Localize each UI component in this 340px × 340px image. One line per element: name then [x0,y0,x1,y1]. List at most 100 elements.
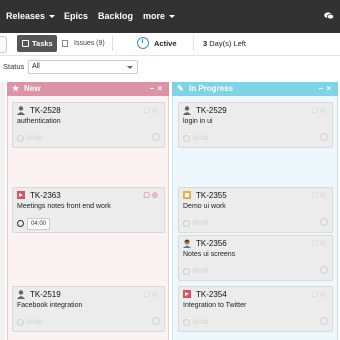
status-filter-select[interactable]: All [28,60,138,74]
task-id: TK-2354 [196,290,227,299]
chevron-down-icon [127,66,133,69]
wrench-icon: ✎ [177,84,184,93]
card-actions[interactable]: ▢◎ [311,239,328,247]
card-actions[interactable]: ▢◎ [143,191,160,199]
task-id: TK-2356 [196,239,227,248]
task-board: ★ New −× TK-2528 authentication ▢◎ 00:00… [0,82,340,340]
chat-icon[interactable] [324,12,334,20]
options-icon[interactable]: ◎ [152,192,160,199]
flag-icon [17,191,25,199]
time-estimate-value: 04:00 [27,218,51,230]
column-window-controls[interactable]: −× [319,82,334,96]
tab-tasks-label: Tasks [32,39,53,48]
tasks-icon [22,40,29,47]
close-icon[interactable]: × [326,84,334,93]
clock-icon [17,135,24,142]
comment-icon[interactable]: ▢ [311,107,320,114]
comment-icon[interactable]: ▢ [311,192,320,199]
column-header-new: ★ New −× [7,82,169,96]
task-title: Meetings notes front end work [17,203,111,210]
task-id: TK-2363 [30,191,61,200]
chevron-down-icon [169,15,176,19]
task-id: TK-2528 [30,106,61,115]
comment-icon[interactable]: ▢ [143,291,152,298]
card-actions[interactable]: ▢◎ [311,106,328,114]
clock-icon [183,135,190,142]
column-new: ★ New −× TK-2528 authentication ▢◎ 00:00… [7,82,169,340]
user-avatar-icon [17,290,25,299]
toolbar: Tasks Issues (9) Active 3 Day(s) Left [0,33,340,56]
column-title-in-progress: In Progress [189,84,234,93]
days-left-label: Day(s) Left [209,39,246,48]
column-window-controls[interactable]: −× [150,82,165,96]
clock-icon [17,220,24,227]
task-card[interactable]: TK-2355 Demo ui work ▢◎ 00:00 [178,187,333,233]
comment-icon[interactable]: ▢ [143,192,152,199]
comment-icon[interactable]: ▢ [311,240,320,247]
nav-more-label: more [143,11,166,21]
task-id: TK-2355 [196,191,227,200]
mark-done-icon[interactable] [320,317,328,325]
task-id: TK-2519 [30,290,61,299]
mark-done-icon[interactable] [152,133,160,141]
task-type-icon [183,191,191,199]
options-icon[interactable]: ◎ [320,240,328,247]
options-icon[interactable]: ◎ [320,192,328,199]
close-icon[interactable]: × [157,84,165,93]
sidebar-toggle-button[interactable] [0,36,7,53]
nav-more[interactable]: more [143,11,176,22]
column-header-in-progress: ✎ In Progress −× [172,82,338,96]
task-card[interactable]: TK-2363 Meetings notes front end work ▢◎… [12,187,165,233]
comment-icon[interactable]: ▢ [143,107,152,114]
mark-done-icon[interactable] [320,133,328,141]
user-avatar-icon [183,239,191,248]
task-title: Demo ui work [183,203,226,210]
task-card[interactable]: TK-2354 Integration to Twitter ▢◎ 00:00 [178,286,333,332]
time-estimate-value: 00:00 [193,320,209,326]
nav-epics[interactable]: Epics [64,11,88,22]
column-title-new: New [24,84,41,93]
options-icon[interactable]: ◎ [152,291,160,298]
divider [112,36,113,51]
time-estimate-value: 00:00 [193,269,209,275]
clock-icon [137,37,149,49]
task-title: login in ui [183,118,213,125]
mark-done-icon[interactable] [320,218,328,226]
card-actions[interactable]: ▢◎ [311,290,328,298]
nav-releases[interactable]: Releases [6,11,56,22]
task-card[interactable]: TK-2528 authentication ▢◎ 00:00 [12,102,165,148]
clock-icon [183,220,190,227]
issues-icon [62,40,68,47]
clock-icon [17,319,24,326]
task-card[interactable]: TK-2529 login in ui ▢◎ 00:00 [178,102,333,148]
card-actions[interactable]: ▢◎ [311,191,328,199]
tab-issues-label: Issues (9) [74,40,105,47]
card-actions[interactable]: ▢◎ [143,290,160,298]
time-estimate-value: 00:00 [193,221,209,227]
card-actions[interactable]: ▢◎ [143,106,160,114]
options-icon[interactable]: ◎ [320,291,328,298]
time-estimate-value: 00:00 [193,136,209,142]
days-left-count: 3 [203,39,208,48]
options-icon[interactable]: ◎ [320,107,328,114]
tab-tasks[interactable]: Tasks [17,35,57,52]
task-title: Facebook integration [17,302,83,309]
user-avatar-icon [17,106,25,115]
column-in-progress: ✎ In Progress −× TK-2529 login in ui ▢◎ … [172,82,338,340]
comment-icon[interactable]: ▢ [311,291,320,298]
flag-icon [183,290,191,298]
nav-backlog[interactable]: Backlog [98,11,133,22]
task-card[interactable]: TK-2519 Facebook integration ▢◎ 00:00 [12,286,165,332]
board-gutter [0,82,5,340]
filter-bar: Status All [0,57,340,77]
task-id: TK-2529 [196,106,227,115]
status-filter-label: Status [3,62,25,71]
task-title: Notes ui screens [183,251,236,258]
top-nav: Releases Epics Backlog more [0,0,340,33]
mark-done-icon[interactable] [320,266,328,274]
clock-icon [183,268,190,275]
time-estimate-value: 00:00 [27,320,43,326]
options-icon[interactable]: ◎ [152,107,160,114]
mark-done-icon[interactable] [152,317,160,325]
task-card[interactable]: TK-2356 Notes ui screens ▢◎ 00:00 [178,235,333,281]
